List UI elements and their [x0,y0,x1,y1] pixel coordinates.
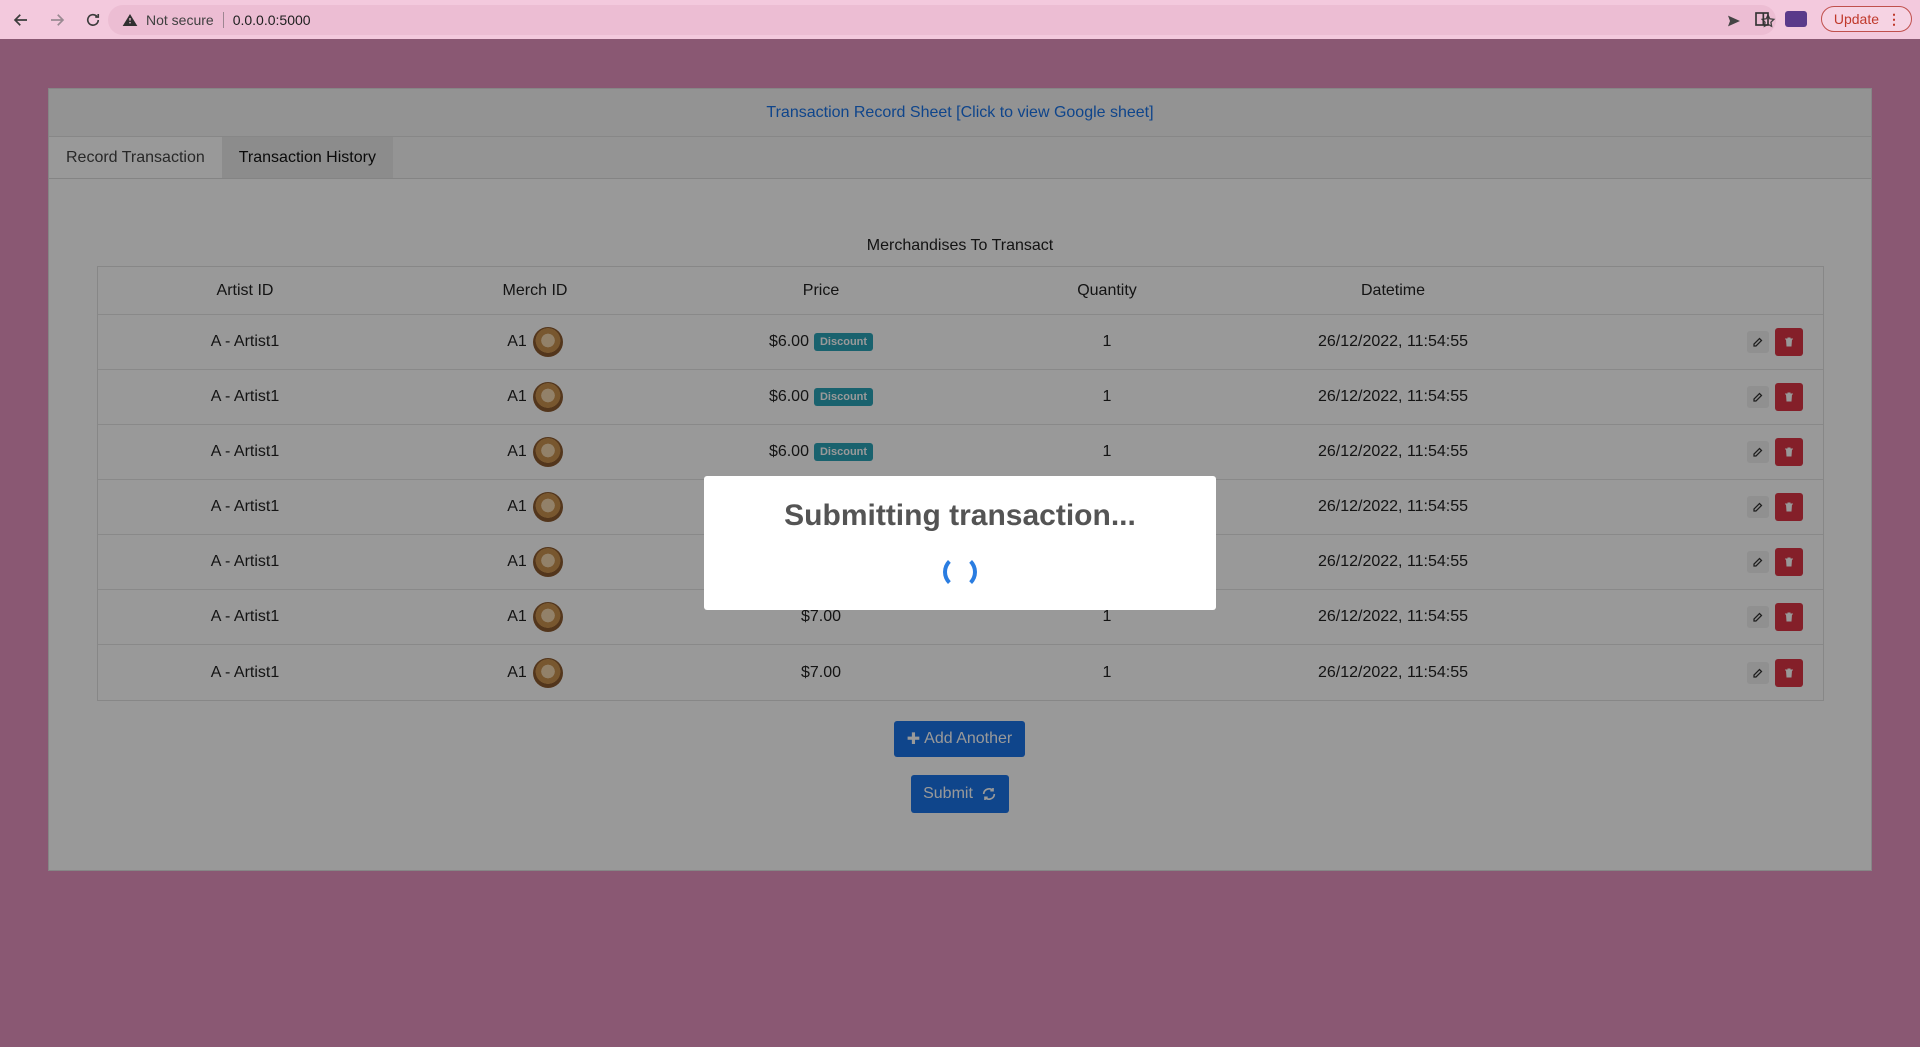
modal-title: Submitting transaction... [784,499,1136,532]
loading-spinner [943,555,977,589]
address-bar[interactable]: Not secure 0.0.0.0:5000 [108,5,1776,35]
menu-dots-icon: ⋮ [1887,10,1901,27]
omnibox-divider [222,12,224,28]
update-button[interactable]: Update ⋮ [1820,6,1912,32]
url-text[interactable]: 0.0.0.0:5000 [233,12,311,28]
extension-icon[interactable] [1784,11,1807,27]
browser-toolbar: Not secure 0.0.0.0:5000 Update ⋮ [0,0,1920,39]
forward-icon[interactable] [42,5,72,35]
back-icon[interactable] [6,5,36,35]
update-label: Update [1833,11,1879,27]
warning-icon [122,14,138,26]
share-icon[interactable] [1726,13,1742,29]
reload-icon[interactable] [78,5,108,35]
submitting-modal: Submitting transaction... [704,476,1216,610]
side-panel-icon[interactable] [1753,10,1771,28]
not-secure-label[interactable]: Not secure [146,12,214,28]
